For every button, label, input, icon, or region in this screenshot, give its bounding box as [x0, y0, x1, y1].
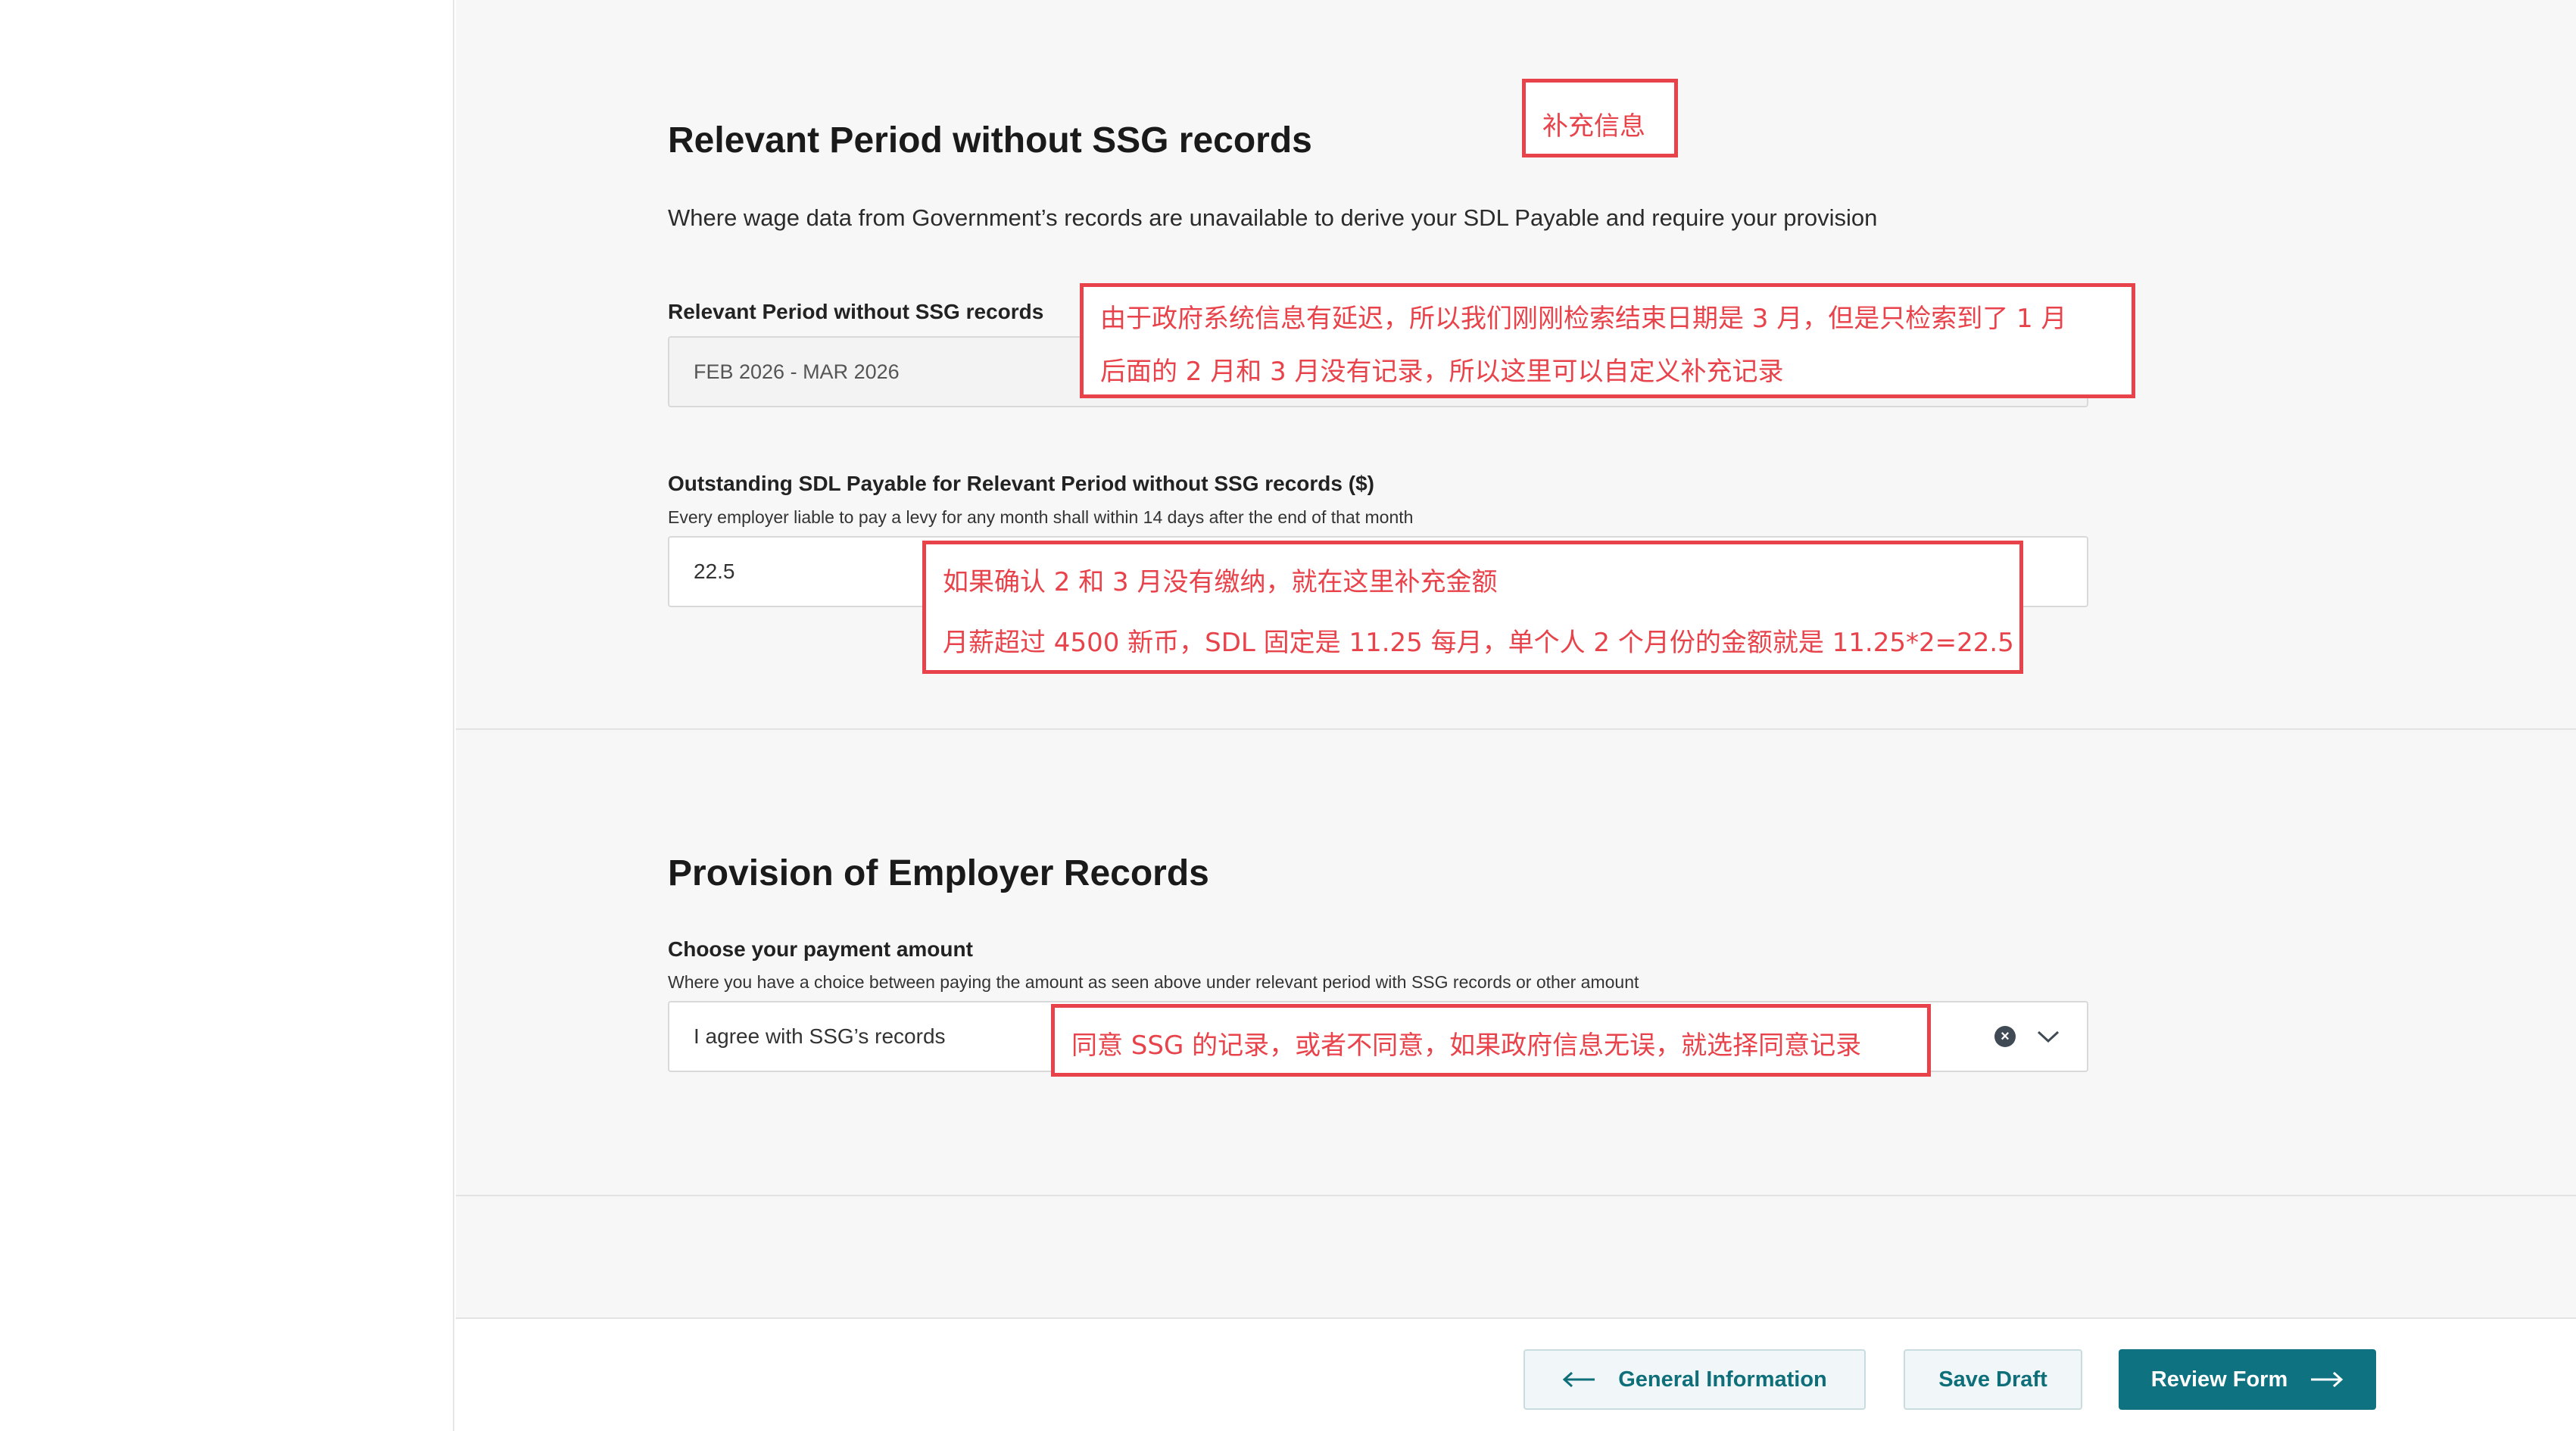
period-field-label: Relevant Period without SSG records — [668, 300, 1044, 323]
save-draft-label: Save Draft — [1938, 1367, 2047, 1392]
annotation-header-note: 补充信息 — [1522, 79, 1678, 157]
section-description: Where wage data from Government’s record… — [668, 204, 1878, 231]
annotation-payment-note: 同意 SSG 的记录，或者不同意，如果政府信息无误，就选择同意记录 — [1051, 1004, 1931, 1077]
section-divider — [456, 728, 2576, 730]
payable-field-label: Outstanding SDL Payable for Relevant Per… — [668, 472, 1374, 495]
section-title-employer-records: Provision of Employer Records — [668, 853, 1209, 893]
payable-field-help: Every employer liable to pay a levy for … — [668, 507, 1414, 527]
payment-amount-selected: I agree with SSG’s records — [694, 1024, 946, 1048]
left-panel — [0, 0, 454, 1431]
section-title-relevant-period: Relevant Period without SSG records — [668, 120, 1312, 161]
clear-icon[interactable]: × — [1994, 1026, 2016, 1047]
chevron-down-icon[interactable] — [2035, 1028, 2061, 1045]
section-divider — [456, 1195, 2576, 1196]
annotation-period-note: 由于政府系统信息有延迟，所以我们刚刚检索结束日期是 3 月，但是只检索到了 1 … — [1080, 283, 2135, 398]
period-field-value: FEB 2026 - MAR 2026 — [694, 360, 900, 383]
arrow-right-icon — [2311, 1371, 2344, 1388]
review-form-button[interactable]: Review Form — [2119, 1349, 2376, 1410]
annotation-payable-note: 如果确认 2 和 3 月没有缴纳，就在这里补充金额 月薪超过 4500 新币，S… — [922, 541, 2023, 674]
back-button-label: General Information — [1618, 1367, 1827, 1392]
save-draft-button[interactable]: Save Draft — [1904, 1349, 2082, 1410]
arrow-left-icon — [1562, 1371, 1595, 1388]
payment-field-label: Choose your payment amount — [668, 937, 973, 961]
outstanding-sdl-value: 22.5 — [694, 560, 735, 583]
review-form-label: Review Form — [2150, 1367, 2288, 1392]
payment-field-help: Where you have a choice between paying t… — [668, 972, 1639, 992]
back-general-information-button[interactable]: General Information — [1523, 1349, 1866, 1410]
